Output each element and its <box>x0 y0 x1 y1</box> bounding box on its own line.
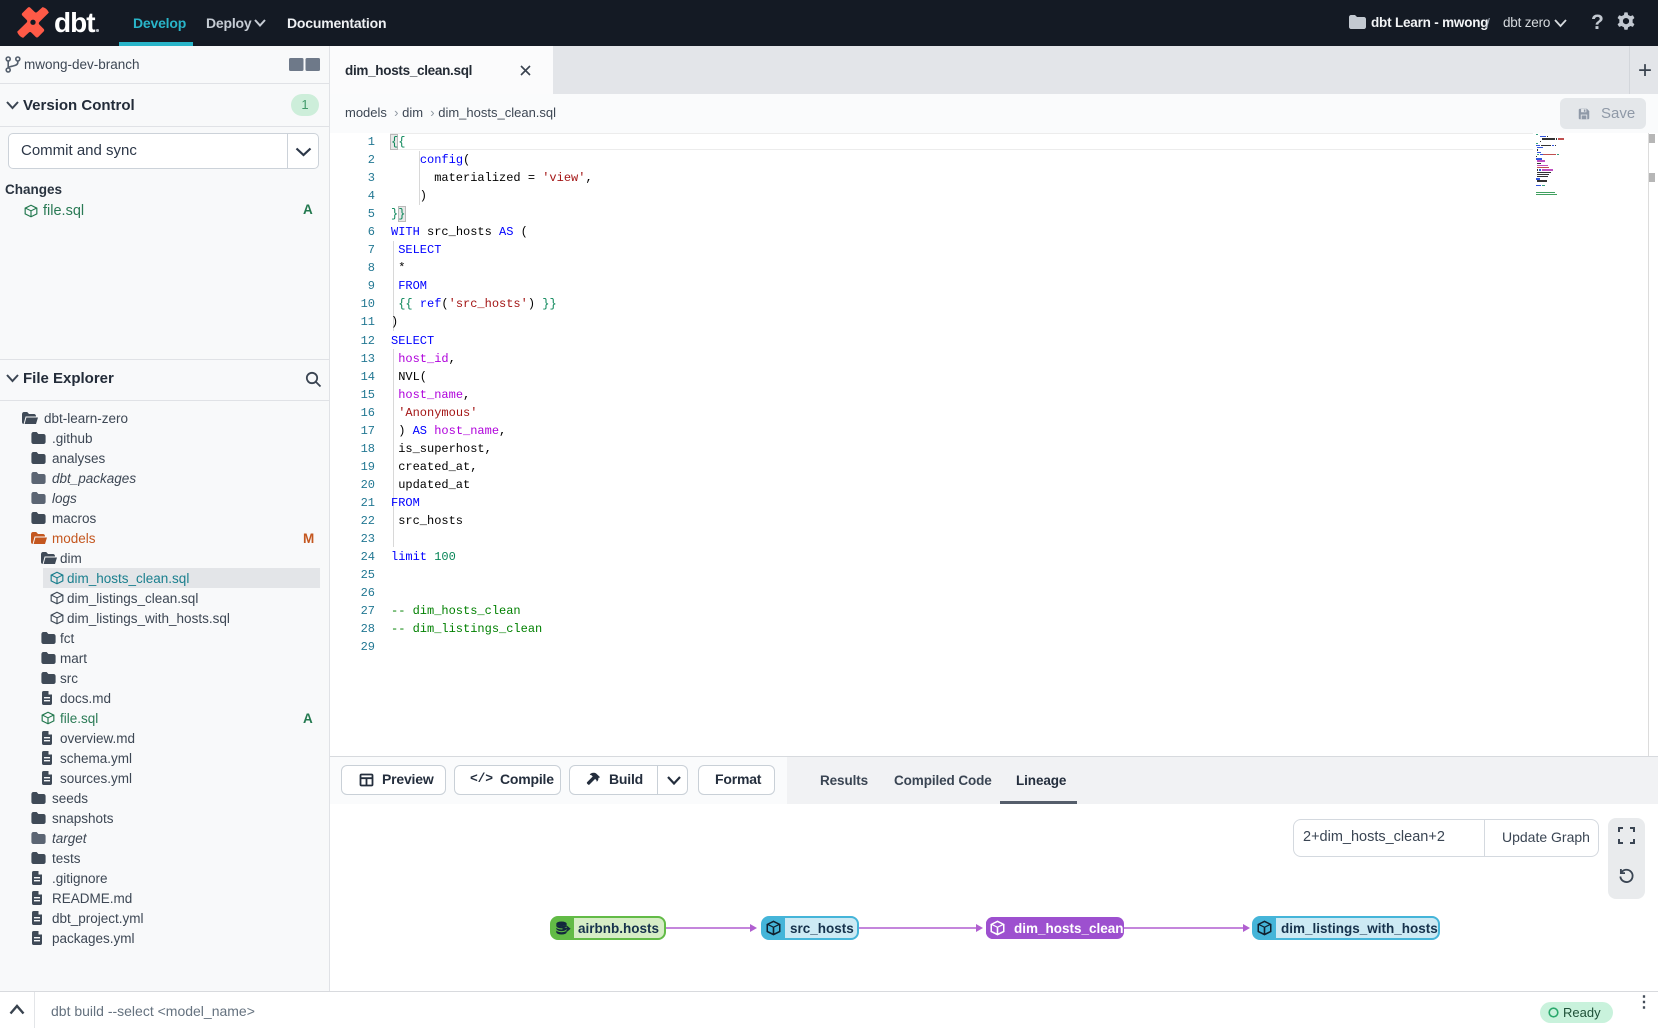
svg-text:dim_listings_with_hosts: dim_listings_with_hosts <box>1281 921 1438 936</box>
svg-text:dim_hosts_clean: dim_hosts_clean <box>1014 921 1124 936</box>
svg-text:airbnb.hosts: airbnb.hosts <box>578 921 659 936</box>
svg-text:src_hosts: src_hosts <box>790 921 854 936</box>
